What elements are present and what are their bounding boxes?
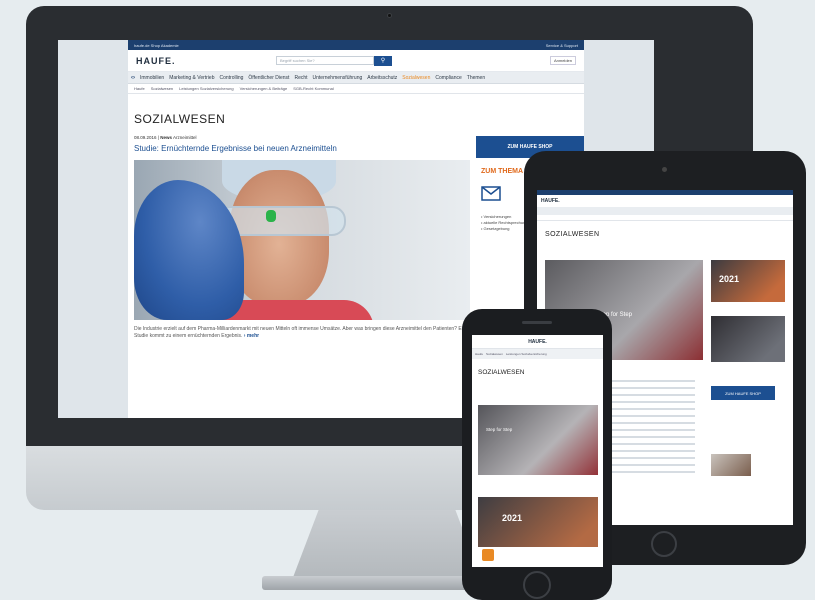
article-dateline: 08.09.2016 | News Arzneimittel — [134, 135, 197, 140]
top-bar: haufe.de Shop Akademie Service & Support — [128, 40, 584, 50]
tablet-page-title: SOZIALWESEN — [545, 231, 600, 238]
nav-item[interactable]: Recht — [294, 75, 307, 81]
haufe-logo[interactable]: HAUFE. — [136, 56, 266, 66]
page-title: SOZIALWESEN — [134, 112, 226, 126]
tablet-header: HAUFE. — [537, 195, 793, 207]
subnav-item[interactable]: Leistungen Sozialversicherung — [179, 86, 233, 91]
tablet-side-image-2[interactable] — [711, 316, 785, 362]
more-link[interactable]: › mehr — [244, 333, 259, 339]
main-nav: ‹› Immobilien Marketing & Vertrieb Contr… — [128, 72, 584, 84]
newsletter-envelope-icon — [481, 186, 501, 201]
subnav-item[interactable]: SGB-Recht Kommunal — [293, 86, 333, 91]
phone-article-image-2[interactable] — [478, 497, 598, 547]
phone-image-overlay: Step for Step — [486, 427, 513, 432]
article-category: News — [160, 135, 172, 140]
hero-pill — [266, 210, 276, 222]
breadcrumb-item[interactable]: Leistungen Sozialversicherung — [506, 352, 547, 356]
tablet-year-label: 2021 — [719, 274, 740, 284]
search-button[interactable]: ⚲ — [374, 55, 392, 66]
monitor-stand — [292, 510, 482, 580]
teaser-text: Die Industrie erzielt auf dem Pharma-Mil… — [134, 326, 469, 339]
nav-item[interactable]: Unternehmensführung — [313, 75, 363, 81]
login-button[interactable]: Anmelden — [549, 56, 576, 65]
tablet-home-button[interactable] — [651, 531, 677, 557]
subnav-item[interactable]: Versicherungen & Beiträge — [240, 86, 288, 91]
phone-header: HAUFE. — [472, 335, 603, 349]
top-bar-links[interactable]: haufe.de Shop Akademie — [134, 43, 179, 48]
tablet-sidebar-thumb[interactable] — [711, 454, 751, 476]
article-area: SOZIALWESEN 08.09.2016 | News Arzneimitt… — [134, 112, 470, 340]
phone-year-label: 2021 — [502, 513, 523, 523]
more-link-label: mehr — [246, 333, 260, 339]
tablet-subnav[interactable] — [537, 215, 793, 221]
phone-article-image[interactable] — [478, 405, 598, 475]
search-input[interactable]: Begriff suchen Sie? — [276, 56, 374, 65]
nav-item[interactable]: Controlling — [220, 75, 244, 81]
article-hero-image[interactable] — [134, 160, 470, 320]
phone-page-title: SOZIALWESEN — [478, 369, 525, 376]
article-topic: Arzneimittel — [172, 135, 197, 140]
nav-item[interactable]: Themen — [467, 75, 485, 81]
nav-item[interactable]: Arbeitsschutz — [367, 75, 397, 81]
camera-icon — [387, 13, 392, 18]
breadcrumb: Haufe Sozialwesen Leistungen Sozialversi… — [128, 84, 584, 94]
nav-item[interactable]: Öffentlicher Dienst — [248, 75, 289, 81]
hero-face — [229, 170, 329, 305]
tablet-nav[interactable] — [537, 207, 793, 215]
search-icon: ⚲ — [380, 57, 386, 64]
breadcrumb-item[interactable]: Haufe — [134, 86, 145, 91]
phone-speaker — [522, 321, 552, 324]
phone-badge — [482, 549, 494, 561]
tablet-shop-button[interactable]: ZUM HAUFE SHOP — [711, 386, 775, 400]
nav-scroll-arrows-icon[interactable]: ‹› — [131, 75, 135, 81]
article-date: 08.09.2016 — [134, 135, 157, 140]
site-header: HAUFE. Begriff suchen Sie? ⚲ Anmelden — [128, 50, 584, 72]
phone-breadcrumb: Haufe Sozialwesen Leistungen Sozialversi… — [472, 349, 603, 359]
hero-glove — [134, 180, 244, 320]
phone-home-button[interactable] — [523, 571, 551, 599]
phone-logo[interactable]: HAUFE. — [528, 339, 547, 345]
phone-screen: HAUFE. Haufe Sozialwesen Leistungen Sozi… — [472, 335, 603, 567]
tablet-logo[interactable]: HAUFE. — [541, 198, 560, 204]
nav-item[interactable]: Marketing & Vertrieb — [169, 75, 214, 81]
breadcrumb-item[interactable]: Sozialwesen — [486, 352, 503, 356]
breadcrumb-item[interactable]: Sozialwesen — [151, 86, 173, 91]
nav-item[interactable]: Immobilien — [140, 75, 164, 81]
breadcrumb-item[interactable]: Haufe — [475, 352, 483, 356]
nav-item-active[interactable]: Sozialwesen — [402, 75, 430, 81]
tablet-camera-icon — [662, 167, 667, 172]
nav-item[interactable]: Compliance — [435, 75, 461, 81]
article-headline[interactable]: Studie: Ernüchternde Ergebnisse bei neue… — [134, 144, 470, 153]
service-link[interactable]: Service & Support — [546, 43, 578, 48]
article-teaser: Die Industrie erzielt auf dem Pharma-Mil… — [134, 326, 470, 340]
